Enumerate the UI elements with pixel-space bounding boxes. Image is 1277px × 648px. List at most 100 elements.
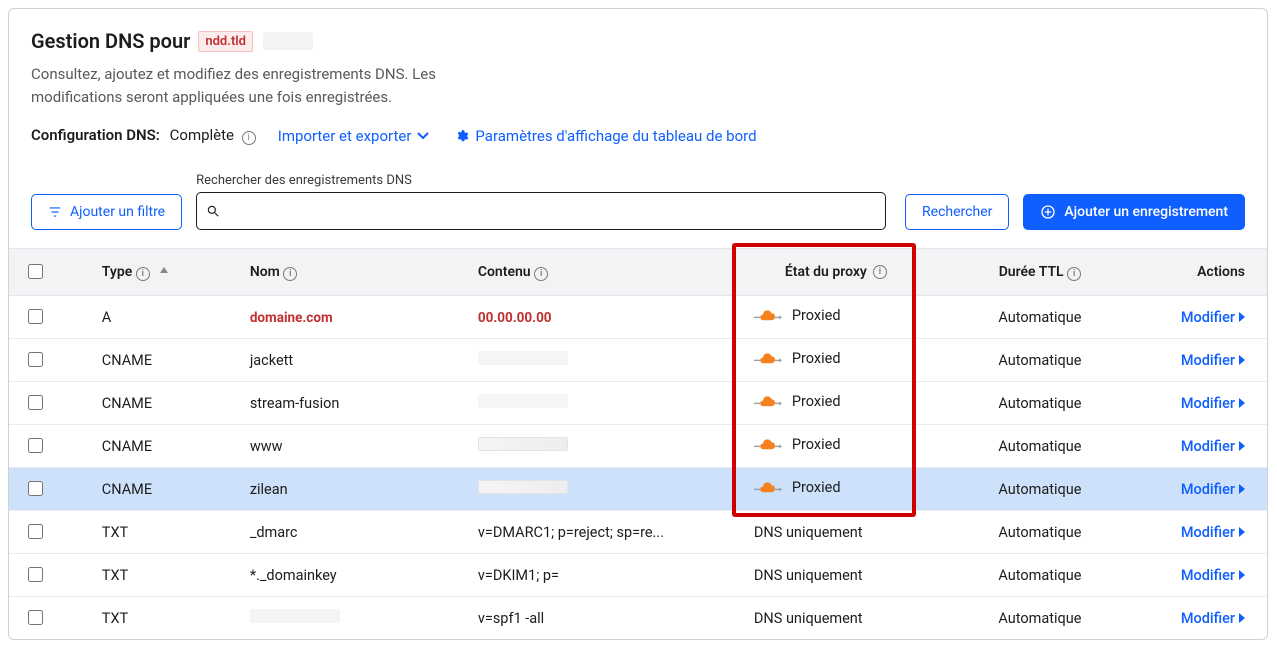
edit-button[interactable]: Modifier [1181, 610, 1247, 627]
col-proxy-label[interactable]: État du proxy [785, 264, 867, 280]
add-filter-button[interactable]: Ajouter un filtre [31, 194, 182, 230]
cell-ttl: Automatique [926, 425, 1154, 468]
row-checkbox[interactable] [28, 481, 43, 496]
col-name-label[interactable]: Nom [250, 264, 280, 280]
dashboard-settings-label: Paramètres d'affichage du tableau de bor… [475, 127, 756, 145]
config-value: Complète [170, 126, 234, 144]
col-ttl-label[interactable]: Durée TTL [999, 264, 1064, 280]
table-row: CNAMEjackett ProxiedAutomatiqueModifier [9, 339, 1267, 382]
dashboard-settings-link[interactable]: Paramètres d'affichage du tableau de bor… [455, 127, 756, 145]
edit-label: Modifier [1181, 309, 1235, 326]
edit-button[interactable]: Modifier [1181, 309, 1247, 326]
domain-chip: ndd.tld [198, 31, 253, 52]
chevron-right-icon [1237, 569, 1247, 581]
chevron-right-icon [1237, 397, 1247, 409]
cell-name [242, 597, 470, 640]
edit-label: Modifier [1181, 567, 1235, 584]
info-icon[interactable]: i [242, 131, 256, 145]
row-checkbox[interactable] [28, 567, 43, 582]
cell-ttl: Automatique [926, 554, 1154, 597]
dns-panel: Gestion DNS pour ndd.tld Consultez, ajou… [8, 8, 1268, 640]
info-icon[interactable]: i [873, 265, 887, 279]
cell-type: CNAME [62, 468, 242, 511]
table-row: TXT_dmarcv=DMARC1; p=reject; sp=re...DNS… [9, 511, 1267, 554]
cell-type: CNAME [62, 339, 242, 382]
cell-type: TXT [62, 511, 242, 554]
proxy-label: Proxied [792, 436, 841, 453]
info-icon[interactable]: i [136, 267, 150, 281]
row-checkbox[interactable] [28, 524, 43, 539]
cell-name: www [242, 425, 470, 468]
chevron-right-icon [1237, 311, 1247, 323]
redacted-box [263, 32, 313, 50]
cell-name: domaine.com [242, 296, 470, 339]
row-checkbox[interactable] [28, 610, 43, 625]
cell-type: TXT [62, 554, 242, 597]
cell-ttl: Automatique [926, 511, 1154, 554]
col-actions-label: Actions [1197, 264, 1245, 280]
search-button[interactable]: Rechercher [905, 194, 1009, 230]
col-content-label[interactable]: Contenu [478, 264, 531, 280]
table-row: CNAMEwww ProxiedAutomatiqueModifier [9, 425, 1267, 468]
proxy-label: DNS uniquement [754, 524, 863, 541]
edit-button[interactable]: Modifier [1181, 395, 1247, 412]
col-type-label[interactable]: Type [102, 264, 132, 280]
import-export-link[interactable]: Importer et exporter [278, 127, 430, 145]
edit-label: Modifier [1181, 438, 1235, 455]
proxy-label: Proxied [792, 393, 841, 410]
cell-content [470, 425, 746, 468]
row-checkbox[interactable] [28, 309, 43, 324]
chevron-right-icon [1237, 612, 1247, 624]
cell-ttl: Automatique [926, 339, 1154, 382]
cell-proxy: Proxied [746, 468, 926, 511]
gear-icon [455, 129, 469, 143]
edit-button[interactable]: Modifier [1181, 524, 1247, 541]
proxy-label: Proxied [792, 479, 841, 496]
cell-name: stream-fusion [242, 382, 470, 425]
select-all-checkbox[interactable] [28, 264, 43, 279]
proxy-label: Proxied [792, 307, 841, 324]
table-row: TXTv=spf1 -allDNS uniquementAutomatiqueM… [9, 597, 1267, 640]
cloud-proxy-icon [754, 395, 782, 409]
row-checkbox[interactable] [28, 438, 43, 453]
edit-button[interactable]: Modifier [1181, 567, 1247, 584]
cloud-proxy-icon [754, 352, 782, 366]
info-icon[interactable]: i [534, 267, 548, 281]
chevron-right-icon [1237, 483, 1247, 495]
edit-button[interactable]: Modifier [1181, 438, 1247, 455]
cell-type: A [62, 296, 242, 339]
info-icon[interactable]: i [1067, 267, 1081, 281]
edit-button[interactable]: Modifier [1181, 481, 1247, 498]
config-label: Configuration DNS: [31, 126, 160, 144]
cell-ttl: Automatique [926, 597, 1154, 640]
search-icon [206, 204, 220, 218]
cell-ttl: Automatique [926, 468, 1154, 511]
cell-name: *._domainkey [242, 554, 470, 597]
filter-icon [48, 205, 62, 219]
cell-type: CNAME [62, 382, 242, 425]
proxy-label: DNS uniquement [754, 610, 863, 627]
row-checkbox[interactable] [28, 395, 43, 410]
panel-header: Gestion DNS pour ndd.tld Consultez, ajou… [9, 29, 1267, 145]
cell-content [470, 468, 746, 511]
cell-name: jackett [242, 339, 470, 382]
chevron-right-icon [1237, 440, 1247, 452]
info-icon[interactable]: i [283, 267, 297, 281]
redacted-cell [250, 609, 340, 623]
search-input[interactable] [196, 192, 886, 230]
add-record-button[interactable]: Ajouter un enregistrement [1023, 194, 1245, 230]
redacted-cell [478, 394, 568, 408]
cell-ttl: Automatique [926, 296, 1154, 339]
edit-button[interactable]: Modifier [1181, 352, 1247, 369]
edit-label: Modifier [1181, 610, 1235, 627]
table-row: TXT*._domainkeyv=DKIM1; p=DNS uniquement… [9, 554, 1267, 597]
sort-asc-icon[interactable] [159, 266, 169, 276]
search-label: Rechercher des enregistrements DNS [196, 173, 891, 188]
cell-name: _dmarc [242, 511, 470, 554]
chevron-right-icon [1237, 354, 1247, 366]
proxy-label: DNS uniquement [754, 567, 863, 584]
edit-label: Modifier [1181, 395, 1235, 412]
cell-proxy: Proxied [746, 296, 926, 339]
row-checkbox[interactable] [28, 352, 43, 367]
redacted-cell [478, 480, 568, 494]
